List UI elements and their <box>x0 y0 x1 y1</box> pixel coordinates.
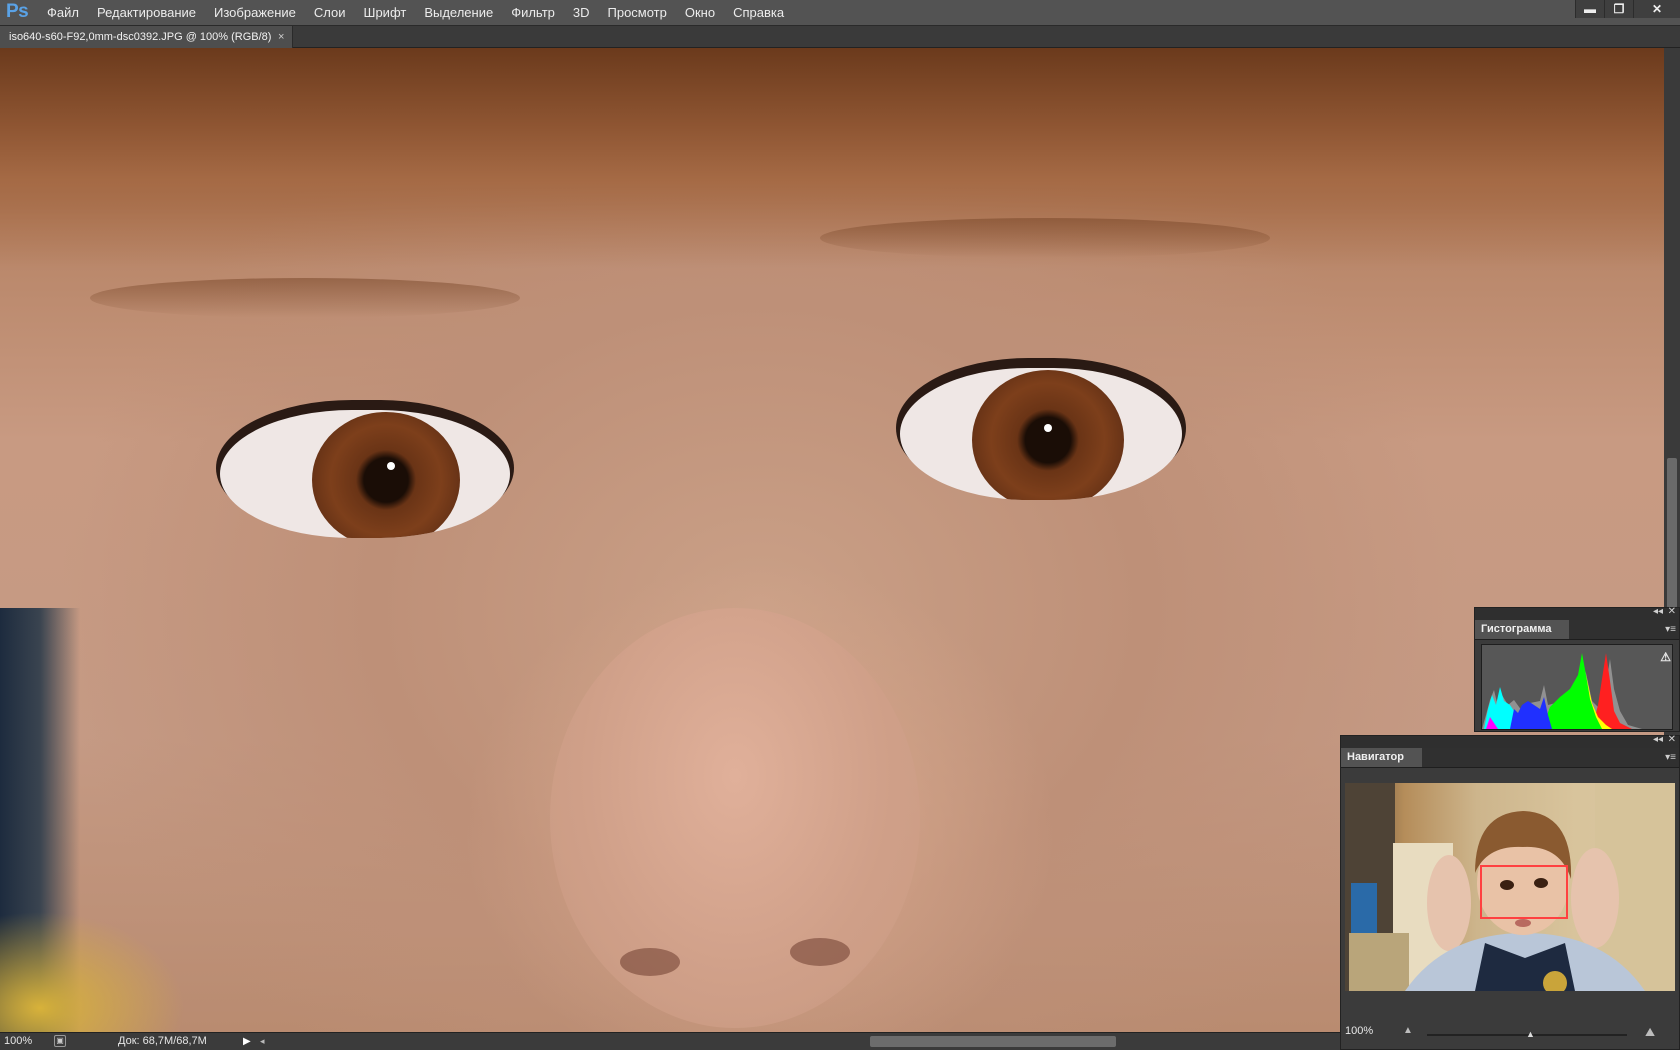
document-tab-close-icon[interactable]: × <box>278 26 284 48</box>
photo-right-eye <box>900 368 1182 500</box>
photo-left-iris <box>312 412 460 538</box>
cache-warning-icon[interactable]: ⚠ <box>1660 650 1671 664</box>
proof-setup-icon[interactable]: ▣ <box>54 1035 66 1047</box>
window-controls: ▬ ❐ ✕ <box>1575 0 1680 18</box>
navigator-tab-row: Навигатор ▾≡ <box>1341 748 1679 768</box>
menu-select[interactable]: Выделение <box>415 0 502 26</box>
menu-view[interactable]: Просмотр <box>599 0 676 26</box>
restore-button[interactable]: ❐ <box>1604 0 1633 18</box>
photo-left-nostril <box>620 948 680 976</box>
histogram-chart <box>1482 653 1642 729</box>
photo-background-yellow <box>0 888 200 1032</box>
navigator-zoom-field[interactable]: 100% <box>1345 1025 1373 1037</box>
menu-type[interactable]: Шрифт <box>355 0 416 26</box>
menu-filter[interactable]: Фильтр <box>502 0 564 26</box>
navigator-view-box[interactable] <box>1480 865 1568 919</box>
histogram-graph <box>1481 644 1673 730</box>
status-bar: 100% ▣ Док: 68,7M/68,7M ▶ ◂ <box>0 1032 1340 1050</box>
photo-right-nostril <box>790 938 850 966</box>
histogram-close-icon[interactable]: ✕ <box>1668 606 1676 617</box>
document-tab[interactable]: iso640-s60-F92,0mm-dsc0392.JPG @ 100% (R… <box>0 26 293 48</box>
photo-right-glint <box>1044 424 1052 432</box>
photo-left-eye <box>220 410 510 538</box>
histogram-panel: ◂◂ ✕ Гистограмма ▾≡ ⚠ <box>1474 606 1680 732</box>
menu-3d[interactable]: 3D <box>564 0 599 26</box>
navigator-thumbnail[interactable] <box>1345 783 1675 991</box>
menu-help[interactable]: Справка <box>724 0 793 26</box>
status-menu-arrow-icon[interactable]: ▶ <box>243 1033 251 1050</box>
zoom-out-mountain-icon[interactable]: ▲ <box>1403 1025 1413 1036</box>
minimize-button[interactable]: ▬ <box>1575 0 1604 18</box>
vertical-scroll-thumb[interactable] <box>1667 458 1677 608</box>
menu-edit[interactable]: Редактирование <box>88 0 205 26</box>
menu-window[interactable]: Окно <box>676 0 724 26</box>
menu-bar: Ps Файл Редактирование Изображение Слои … <box>0 0 1680 26</box>
histogram-collapse-icon[interactable]: ◂◂ <box>1653 606 1663 617</box>
photo-nose <box>550 608 920 1028</box>
menu-list: Файл Редактирование Изображение Слои Шри… <box>38 0 793 26</box>
document-tab-title: iso640-s60-F92,0mm-dsc0392.JPG @ 100% (R… <box>9 31 272 43</box>
close-window-button[interactable]: ✕ <box>1633 0 1680 18</box>
navigator-panel: ◂◂ ✕ Навигатор ▾≡ 100% ▲ ▲ ⛰ <box>1340 734 1680 1050</box>
navigator-footer: 100% ▲ ▲ ⛰ <box>1341 1023 1679 1049</box>
histogram-panel-header: ◂◂ ✕ <box>1475 606 1679 620</box>
histogram-tab-row: Гистограмма ▾≡ <box>1475 620 1679 640</box>
photo-right-iris <box>972 370 1124 500</box>
photo-left-glint <box>387 462 395 470</box>
scroll-left-arrow-icon[interactable]: ◂ <box>260 1033 265 1050</box>
document-tab-bar: iso640-s60-F92,0mm-dsc0392.JPG @ 100% (R… <box>0 26 1680 48</box>
navigator-panel-header: ◂◂ ✕ <box>1341 734 1679 748</box>
document-size: Док: 68,7M/68,7M <box>118 1035 207 1047</box>
zoom-in-mountain-icon[interactable]: ⛰ <box>1645 1025 1655 1040</box>
zoom-level-field[interactable]: 100% <box>4 1033 32 1050</box>
photo-left-eyebrow <box>90 278 520 318</box>
menu-layers[interactable]: Слои <box>305 0 355 26</box>
tab-navigator[interactable]: Навигатор <box>1341 748 1422 767</box>
zoom-slider-knob-icon[interactable]: ▲ <box>1526 1029 1535 1039</box>
photo-right-eyebrow <box>820 218 1270 258</box>
menu-image[interactable]: Изображение <box>205 0 305 26</box>
navigator-close-icon[interactable]: ✕ <box>1668 734 1676 745</box>
histogram-panel-menu-icon[interactable]: ▾≡ <box>1665 620 1676 639</box>
navigator-collapse-icon[interactable]: ◂◂ <box>1653 734 1663 745</box>
menu-file[interactable]: Файл <box>38 0 88 26</box>
horizontal-scroll-thumb[interactable] <box>870 1036 1116 1047</box>
navigator-panel-menu-icon[interactable]: ▾≡ <box>1665 748 1676 767</box>
tab-histogram[interactable]: Гистограмма <box>1475 620 1570 639</box>
photoshop-logo: Ps <box>6 1 29 22</box>
